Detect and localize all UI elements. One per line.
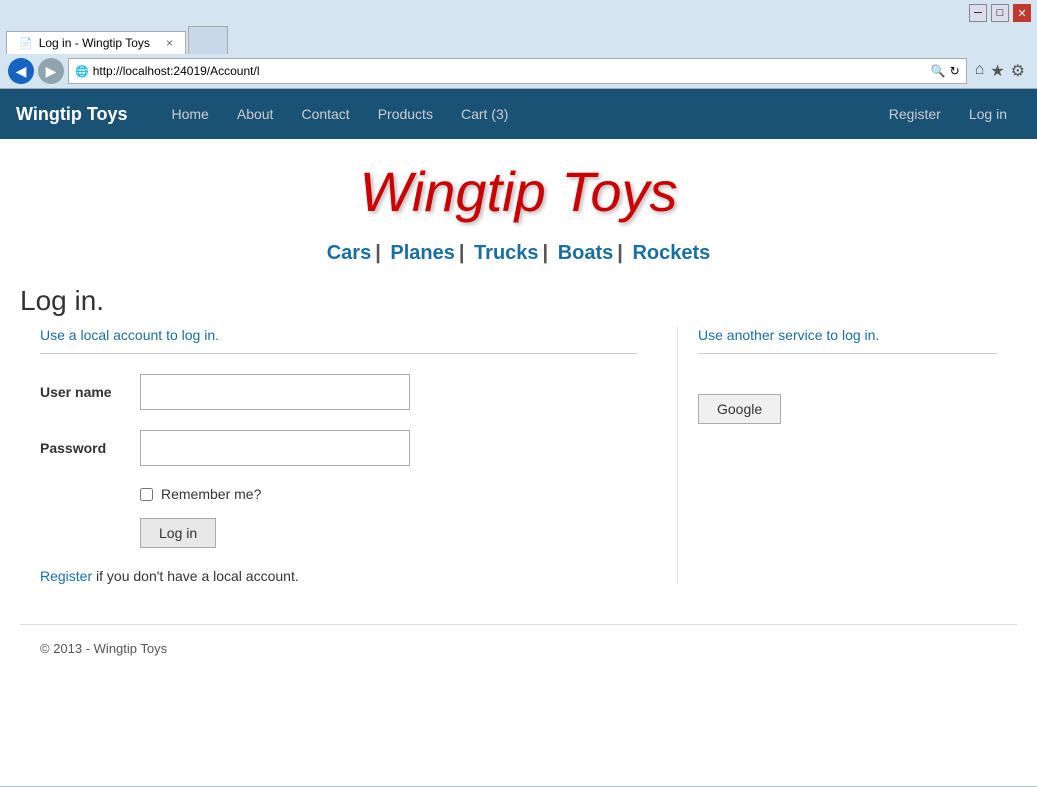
remember-label: Remember me?: [161, 486, 261, 502]
navbar-brand[interactable]: Wingtip Toys: [16, 104, 128, 125]
category-planes[interactable]: Planes: [390, 242, 454, 264]
nav-cart[interactable]: Cart (3): [447, 89, 522, 139]
sep-4: |: [617, 242, 623, 264]
footer-text: © 2013 - Wingtip Toys: [40, 641, 167, 656]
site-title: Wingtip Toys: [20, 139, 1017, 234]
address-box: 🌐 🔍 ↻: [68, 58, 967, 84]
category-boats[interactable]: Boats: [558, 242, 614, 264]
settings-icon[interactable]: ⚙: [1011, 61, 1025, 81]
register-text: if you don't have a local account.: [92, 568, 299, 584]
tab-icon: 📄: [19, 37, 33, 50]
minimize-btn[interactable]: ─: [969, 4, 987, 22]
sep-3: |: [543, 242, 549, 264]
nav-login[interactable]: Log in: [955, 89, 1021, 139]
back-btn[interactable]: ◀: [8, 58, 34, 84]
reload-icon[interactable]: ↻: [950, 64, 960, 78]
login-right: Use another service to log in. Google: [677, 327, 997, 584]
password-input[interactable]: [140, 430, 410, 466]
page-content: Wingtip Toys Cars| Planes| Trucks| Boats…: [0, 139, 1037, 692]
tab-close-btn[interactable]: ×: [166, 36, 173, 50]
login-left: Use a local account to log in. User name…: [40, 327, 677, 584]
sep-1: |: [375, 242, 381, 264]
url-icon: 🌐: [75, 65, 89, 78]
sep-2: |: [459, 242, 465, 264]
nav-about[interactable]: About: [223, 89, 288, 139]
left-divider: [40, 353, 637, 354]
category-cars[interactable]: Cars: [327, 242, 371, 264]
remember-checkbox[interactable]: [140, 488, 153, 501]
home-icon[interactable]: ⌂: [975, 61, 985, 81]
new-tab-area[interactable]: [188, 26, 228, 54]
category-links: Cars| Planes| Trucks| Boats| Rockets: [20, 234, 1017, 285]
navbar: Wingtip Toys Home About Contact Products…: [0, 89, 1037, 139]
webpage: Wingtip Toys Home About Contact Products…: [0, 89, 1037, 786]
nav-home[interactable]: Home: [158, 89, 223, 139]
password-label: Password: [40, 440, 140, 456]
remember-row: Remember me?: [140, 486, 637, 502]
nav-register[interactable]: Register: [875, 89, 955, 139]
username-input[interactable]: [140, 374, 410, 410]
category-rockets[interactable]: Rockets: [632, 242, 710, 264]
footer: © 2013 - Wingtip Toys: [20, 624, 1017, 672]
navbar-links: Home About Contact Products Cart (3): [158, 89, 875, 139]
search-icon[interactable]: 🔍: [931, 64, 946, 78]
nav-products[interactable]: Products: [364, 89, 447, 139]
password-row: Password: [40, 430, 637, 466]
register-link[interactable]: Register: [40, 568, 92, 584]
navbar-right: Register Log in: [875, 89, 1021, 139]
browser-tab[interactable]: 📄 Log in - Wingtip Toys ×: [6, 31, 186, 54]
maximize-btn[interactable]: □: [991, 4, 1009, 22]
username-label: User name: [40, 384, 140, 400]
other-service-label: Use another service to log in.: [698, 327, 997, 343]
login-button[interactable]: Log in: [140, 518, 216, 548]
url-input[interactable]: [93, 64, 927, 78]
page-heading: Log in.: [20, 285, 1017, 317]
nav-contact[interactable]: Contact: [287, 89, 363, 139]
username-row: User name: [40, 374, 637, 410]
favorites-icon[interactable]: ★: [990, 61, 1004, 81]
local-account-label: Use a local account to log in.: [40, 327, 637, 343]
login-container: Use a local account to log in. User name…: [20, 327, 1017, 584]
right-divider: [698, 353, 997, 354]
google-button[interactable]: Google: [698, 394, 781, 424]
tab-title: Log in - Wingtip Toys: [39, 36, 150, 50]
close-btn[interactable]: ✕: [1013, 4, 1031, 22]
register-link-row: Register if you don't have a local accou…: [40, 568, 637, 584]
forward-btn[interactable]: ▶: [38, 58, 64, 84]
category-trucks[interactable]: Trucks: [474, 242, 538, 264]
